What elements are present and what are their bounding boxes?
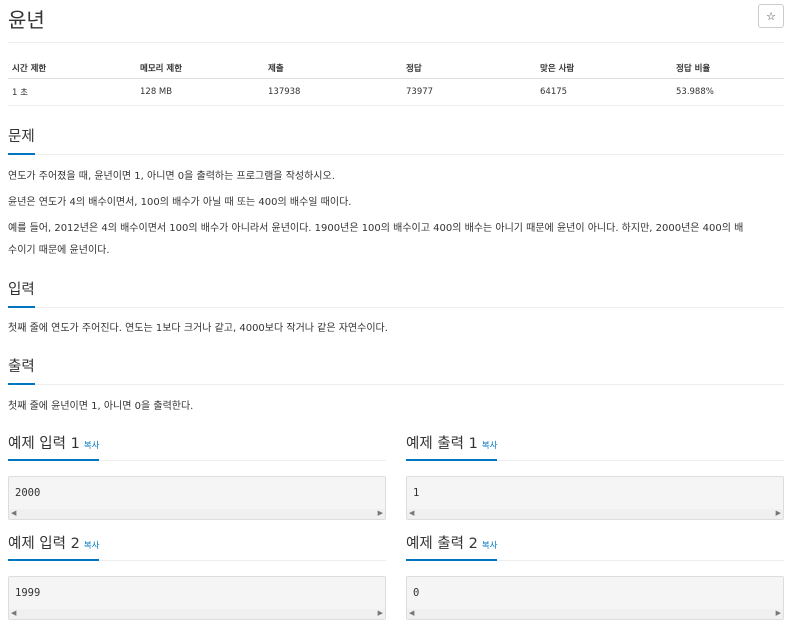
horizontal-scrollbar[interactable]: ◀ ▶ [9,609,385,619]
input-section-header: 입력 [8,278,784,308]
problem-stats-table: 시간 제한 메모리 제한 제출 정답 맞은 사람 정답 비율 1 초 128 M… [8,58,784,106]
horizontal-scrollbar[interactable]: ◀ ▶ [407,609,783,619]
scroll-left-icon[interactable]: ◀ [11,609,16,617]
sample-output-2-title: 예제 출력 2 [406,536,478,552]
sample-output-1-header: 예제 출력 1 복사 [406,432,784,461]
description-paragraph-2: 윤년은 연도가 4의 배수이면서, 100의 배수가 아닐 때 또는 400의 … [8,197,352,208]
sample-input-1-box[interactable]: 2000 ◀ ▶ [8,476,386,520]
stats-header-accepted: 정답 [402,58,536,79]
title-row: 윤년 ☆ [8,0,784,43]
problem-page: 윤년 ☆ 시간 제한 메모리 제한 제출 정답 맞은 사람 정답 비율 1 초 … [8,0,784,620]
description-section-header: 문제 [8,125,784,155]
sample-output-1-title: 예제 출력 1 [406,436,478,452]
stats-header-memory-limit: 메모리 제한 [136,58,264,79]
sample-input-2-box[interactable]: 1999 ◀ ▶ [8,576,386,620]
sample-output-1: 예제 출력 1 복사 1 ◀ ▶ [406,432,784,520]
copy-sample-output-1-link[interactable]: 복사 [482,441,498,451]
stats-value-row: 1 초 128 MB 137938 73977 64175 53.988% [8,78,784,106]
scroll-right-icon[interactable]: ▶ [378,609,383,617]
stats-submissions: 137938 [264,78,402,106]
stats-accepted: 73977 [402,78,536,106]
copy-sample-input-1-link[interactable]: 복사 [84,441,100,451]
stats-header-time-limit: 시간 제한 [8,58,136,79]
star-icon: ☆ [766,9,776,23]
input-heading: 입력 [8,278,35,308]
horizontal-scrollbar[interactable]: ◀ ▶ [9,509,385,519]
sample-input-1-code: 2000 [15,487,41,499]
sample-input-2-header: 예제 입력 2 복사 [8,532,386,561]
stats-accuracy: 53.988% [672,78,784,106]
horizontal-scrollbar[interactable]: ◀ ▶ [407,509,783,519]
favorite-star-button[interactable]: ☆ [758,4,784,28]
sample-input-1-title: 예제 입력 1 [8,436,80,452]
description-paragraph-1: 연도가 주어졌을 때, 윤년이면 1, 아니면 0을 출력하는 프로그램을 작성… [8,171,335,182]
page-title: 윤년 [8,8,45,32]
stats-header-row: 시간 제한 메모리 제한 제출 정답 맞은 사람 정답 비율 [8,58,784,79]
scroll-left-icon[interactable]: ◀ [409,609,414,617]
sample-input-1-header: 예제 입력 1 복사 [8,432,386,461]
stats-time-limit: 1 초 [8,78,136,106]
description-text: 연도가 주어졌을 때, 윤년이면 1, 아니면 0을 출력하는 프로그램을 작성… [8,166,784,262]
copy-sample-input-2-link[interactable]: 복사 [84,541,100,551]
description-paragraph-3a: 예를 들어, 2012년은 4의 배수이면서 100의 배수가 아니라서 윤년이… [8,223,744,234]
scroll-left-icon[interactable]: ◀ [11,509,16,517]
sample-input-2-code: 1999 [15,587,41,599]
input-text: 첫째 줄에 연도가 주어진다. 연도는 1보다 크거나 같고, 4000보다 작… [8,323,388,334]
stats-solved-users: 64175 [536,78,672,106]
scroll-right-icon[interactable]: ▶ [776,509,781,517]
sample-output-1-code: 1 [413,487,420,499]
sample-input-2: 예제 입력 2 복사 1999 ◀ ▶ [8,532,386,620]
scroll-left-icon[interactable]: ◀ [409,509,414,517]
output-text: 첫째 줄에 윤년이면 1, 아니면 0을 출력한다. [8,401,194,412]
scroll-right-icon[interactable]: ▶ [776,609,781,617]
sample-output-1-box[interactable]: 1 ◀ ▶ [406,476,784,520]
description-paragraph-3b: 수이기 때문에 윤년이다. [8,245,110,256]
sample-input-1: 예제 입력 1 복사 2000 ◀ ▶ [8,432,386,520]
copy-sample-output-2-link[interactable]: 복사 [482,541,498,551]
output-section-header: 출력 [8,355,784,385]
description-heading: 문제 [8,125,35,155]
stats-header-accuracy: 정답 비율 [672,58,784,79]
scroll-right-icon[interactable]: ▶ [378,509,383,517]
stats-memory-limit: 128 MB [136,78,264,106]
sample-input-2-title: 예제 입력 2 [8,536,80,552]
sample-output-2-box[interactable]: 0 ◀ ▶ [406,576,784,620]
stats-header-solved-users: 맞은 사람 [536,58,672,79]
sample-output-2-code: 0 [413,587,420,599]
sample-output-2: 예제 출력 2 복사 0 ◀ ▶ [406,532,784,620]
sample-output-2-header: 예제 출력 2 복사 [406,532,784,561]
stats-header-submissions: 제출 [264,58,402,79]
output-heading: 출력 [8,355,35,385]
